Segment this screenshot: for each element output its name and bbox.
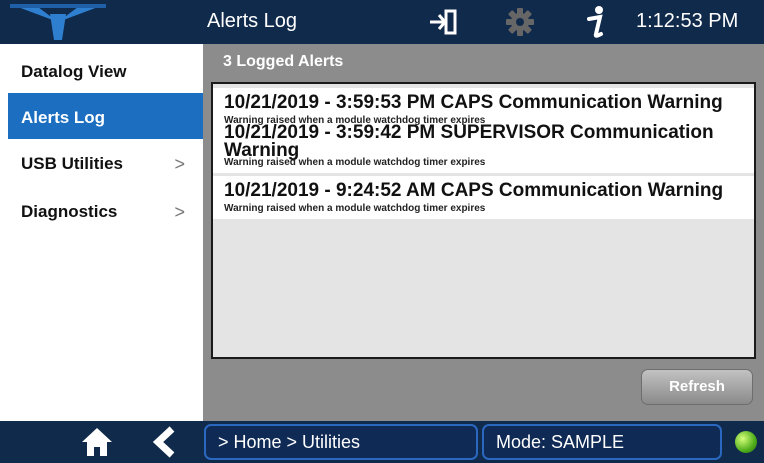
sidebar-item-label: USB Utilities: [21, 154, 124, 173]
mode-indicator: Mode: SAMPLE: [482, 424, 722, 460]
status-led-icon: [735, 431, 757, 453]
chevron-right-icon: >: [174, 154, 185, 174]
alerts-list[interactable]: 10/21/2019 - 3:59:53 PM CAPS Communicati…: [211, 82, 756, 359]
logo-icon: [10, 4, 106, 40]
breadcrumb[interactable]: > Home > Utilities: [204, 424, 478, 460]
top-bar: Alerts Log 1:12:53 PM: [0, 0, 764, 44]
chevron-right-icon: >: [174, 202, 185, 222]
alert-description: Warning raised when a module watchdog ti…: [224, 203, 486, 214]
refresh-button[interactable]: Refresh: [641, 369, 753, 405]
info-icon[interactable]: [585, 4, 607, 40]
alert-title: 10/21/2019 - 3:59:42 PM SUPERVISOR Commu…: [224, 122, 714, 161]
alert-description: Warning raised when a module watchdog ti…: [224, 157, 486, 168]
list-item[interactable]: 10/21/2019 - 3:59:42 PM SUPERVISOR Commu…: [213, 123, 754, 173]
chevron-left-icon[interactable]: [150, 426, 178, 458]
sidebar-item-usb-utilities[interactable]: USB Utilities >: [8, 139, 203, 185]
sidebar-item-datalog-view[interactable]: Datalog View: [8, 47, 203, 93]
alert-title: 10/21/2019 - 3:59:53 PM CAPS Communicati…: [224, 92, 723, 113]
alerts-panel: 3 Logged Alerts 10/21/2019 - 3:59:53 PM …: [203, 44, 764, 421]
sidebar-item-alerts-log[interactable]: Alerts Log: [8, 93, 203, 139]
list-item[interactable]: 10/21/2019 - 9:24:52 AM CAPS Communicati…: [213, 176, 754, 219]
clock: 1:12:53 PM: [636, 10, 739, 32]
sidebar-item-label: Alerts Log: [21, 108, 106, 127]
sidebar-item-label: Datalog View: [21, 62, 127, 81]
sidebar-item-diagnostics[interactable]: Diagnostics >: [8, 187, 203, 233]
exit-icon[interactable]: [428, 9, 458, 35]
page-title: Alerts Log: [207, 10, 298, 32]
gear-icon[interactable]: [505, 7, 535, 37]
sidebar-item-label: Diagnostics: [21, 202, 118, 221]
alerts-count-header: 3 Logged Alerts: [223, 53, 344, 70]
sidebar: Datalog View Alerts Log USB Utilities > …: [8, 44, 203, 421]
alert-title: 10/21/2019 - 9:24:52 AM CAPS Communicati…: [224, 180, 724, 201]
bottom-bar: > Home > Utilities Mode: SAMPLE: [0, 421, 764, 463]
home-icon[interactable]: [80, 426, 114, 458]
